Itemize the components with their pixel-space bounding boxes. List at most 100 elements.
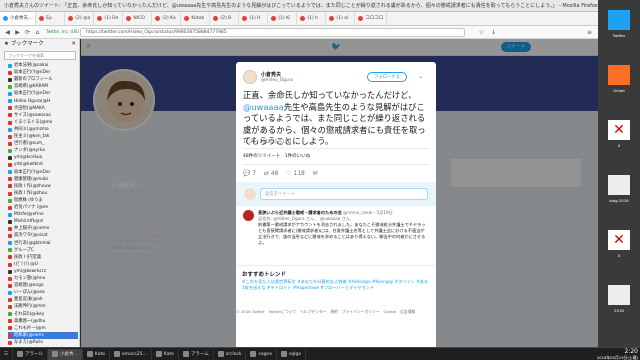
tab-favicon-icon xyxy=(358,16,364,21)
bookmark-search-input[interactable]: ブックマークを検索 xyxy=(4,51,76,60)
taskbar-item[interactable]: emacs25... xyxy=(110,348,152,360)
download-icon[interactable]: ↓ xyxy=(490,29,497,36)
taskbar-app-icon xyxy=(217,351,224,357)
close-icon[interactable]: ✕ xyxy=(71,39,76,50)
bookmark-favicon-icon xyxy=(8,156,12,161)
tweet-timestamp[interactable]: 19:25 - 2018年5月19日 xyxy=(243,139,292,145)
browser-tab[interactable]: NICO xyxy=(123,12,153,25)
back-button[interactable]: ◀ xyxy=(4,29,11,36)
browser-tab[interactable]: Kotob xyxy=(181,12,211,25)
tab-label: (1) Ki xyxy=(278,16,291,21)
menu-icon[interactable]: ≡ xyxy=(586,29,593,36)
taskbar-item[interactable]: srclock xyxy=(214,348,247,360)
desktop-shortcut-icon[interactable]: ✕ xyxy=(608,230,630,250)
task-list: アラール 小倉秀... Kate emacs25... Kate アラーム srclock s… xyxy=(13,348,307,360)
tab-favicon-icon xyxy=(213,16,219,21)
browser-tab[interactable]: (1) h xyxy=(297,12,327,25)
reply-author-name[interactable]: 長狭いぶら近弁護士懲戒・請求者のための会 xyxy=(258,210,342,215)
tab-favicon-icon xyxy=(126,16,132,21)
bookmark-favicon-icon xyxy=(8,227,12,232)
my-avatar xyxy=(244,188,256,200)
bookmark-favicon-icon xyxy=(8,198,12,203)
retweet-count: 48 xyxy=(270,170,279,177)
bookmarks-sidebar: ★ ブックマーク ✕ ブックマークを検索 岩本法男(@sakai 坂本正行(Y@n… xyxy=(0,39,80,347)
tweet-author-name[interactable]: 小倉秀夫 xyxy=(261,71,281,78)
site-identity[interactable]: Twitter, Inc. (US) xyxy=(46,29,79,34)
tab-label: (2) @a xyxy=(75,16,91,21)
trends-list[interactable]: #これを見た人は異世界転生 #あなたを好意的な人物者 #Ashikaga #Ka… xyxy=(242,279,430,291)
url-bar[interactable]: https://twitter.com/Hideo_Ogura/status/9… xyxy=(80,28,465,37)
browser-tab[interactable]: (1) al xyxy=(326,12,356,25)
tab-label: 小倉秀夫... xyxy=(10,16,33,21)
taskbar-label: emacs25... xyxy=(122,351,147,357)
reply-author-avatar[interactable] xyxy=(243,210,254,221)
start-menu-icon[interactable]: ☰ xyxy=(0,348,14,360)
taskbar-item[interactable]: Kate xyxy=(152,348,179,360)
taskbar-item[interactable]: sageo xyxy=(246,348,277,360)
bookmark-favicon-icon xyxy=(8,219,12,224)
tweet-author-avatar[interactable] xyxy=(243,70,257,84)
taskbar-item[interactable]: 小倉秀... xyxy=(48,348,83,360)
tab-label: (2) B xyxy=(220,16,232,21)
taskbar-app-icon xyxy=(86,351,93,357)
browser-tab[interactable]: Ep xyxy=(36,12,66,25)
bookmark-favicon-icon xyxy=(8,212,12,217)
browser-tab[interactable]: (1) Ki xyxy=(268,12,298,25)
browser-tab[interactable]: (2) Ka xyxy=(152,12,182,25)
tweet-author-handle[interactable]: @Hideo_Ogura xyxy=(261,78,293,83)
desktop-shortcut-icon[interactable]: ✕ xyxy=(608,120,630,140)
bookmark-favicon-icon xyxy=(8,269,12,274)
tweet-mention[interactable]: @uwaaaa xyxy=(243,102,284,112)
reply-icon[interactable]: 💬 xyxy=(243,170,250,177)
desktop-shortcut-label: 2018 xyxy=(614,308,624,313)
bookmark-favicon-icon xyxy=(8,241,12,246)
browser-tab[interactable]: (1) H xyxy=(239,12,269,25)
home-button[interactable]: ⌂ xyxy=(34,29,41,36)
taskbar-item[interactable]: アラーム xyxy=(179,348,214,360)
bookmark-favicon-icon xyxy=(8,205,12,210)
desktop-shortcut-icon[interactable] xyxy=(608,175,630,195)
browser-tab[interactable]: (2) @a xyxy=(65,12,95,25)
bookmark-favicon-icon xyxy=(8,170,12,175)
bookmark-favicon-icon xyxy=(8,305,12,310)
tab-label: (2) Ka xyxy=(162,16,176,21)
desktop-shortcut-label: blog-2018 xyxy=(609,198,629,203)
bookmark-favicon-icon xyxy=(8,234,12,239)
like-icon[interactable]: ♡ xyxy=(286,170,291,177)
desktop-shortcut-label: Twitter xyxy=(612,33,626,38)
tweet-stats[interactable]: 48件のリツイート 1件のいいね xyxy=(243,153,310,159)
tab-favicon-icon xyxy=(184,16,190,21)
browser-tab[interactable]: (1) De xyxy=(94,12,124,25)
reload-button[interactable]: ⟳ xyxy=(24,29,31,36)
desktop-shortcut-icon[interactable] xyxy=(608,285,630,305)
tab-favicon-icon xyxy=(300,16,306,21)
sidebar-bookmark-item[interactable]: なまえ(@Ruta xyxy=(8,339,78,347)
tab-favicon-icon xyxy=(271,16,277,21)
bookmark-favicon-icon xyxy=(8,141,12,146)
dm-icon[interactable]: ✉ xyxy=(313,170,318,177)
reply-input[interactable]: 返信をツイート xyxy=(260,188,428,200)
browser-tab[interactable]: コロコロ xyxy=(355,12,388,25)
taskbar-item[interactable]: Kate xyxy=(83,348,111,360)
forward-button[interactable]: ▶ xyxy=(14,29,21,36)
desktop-shortcut-icon[interactable] xyxy=(608,10,630,30)
bookmark-favicon-icon xyxy=(8,333,12,338)
tab-favicon-icon xyxy=(329,16,335,21)
taskbar-item[interactable]: sqlgo xyxy=(277,348,307,360)
follow-button[interactable]: フォローする xyxy=(367,72,407,82)
taskbar-item[interactable]: アラール xyxy=(13,348,49,360)
reply-author-handle[interactable]: @nmno_nasai xyxy=(343,210,372,215)
footer-links[interactable]: © 2018 Twitter Twitterについて ヘルプセンター 規約 プラ… xyxy=(236,309,436,315)
bookmark-favicon-icon xyxy=(8,177,12,182)
reply-compose: 返信をツイート xyxy=(236,182,436,206)
desktop-shortcut-icon[interactable] xyxy=(608,65,630,85)
bookmark-favicon-icon xyxy=(8,92,12,97)
reply-date[interactable]: 5月19日 xyxy=(376,210,392,215)
bookmark-star-icon[interactable]: ☆ xyxy=(478,29,485,36)
browser-tab[interactable]: (2) B xyxy=(210,12,240,25)
browser-tab[interactable]: 小倉秀夫... xyxy=(0,12,37,25)
divider xyxy=(243,148,429,149)
retweet-icon[interactable]: ⇄ xyxy=(264,170,269,177)
chevron-down-icon[interactable]: ⌄ xyxy=(418,73,423,80)
clock[interactable]: 2:20 2018年05月19日(土曜) xyxy=(597,348,638,360)
